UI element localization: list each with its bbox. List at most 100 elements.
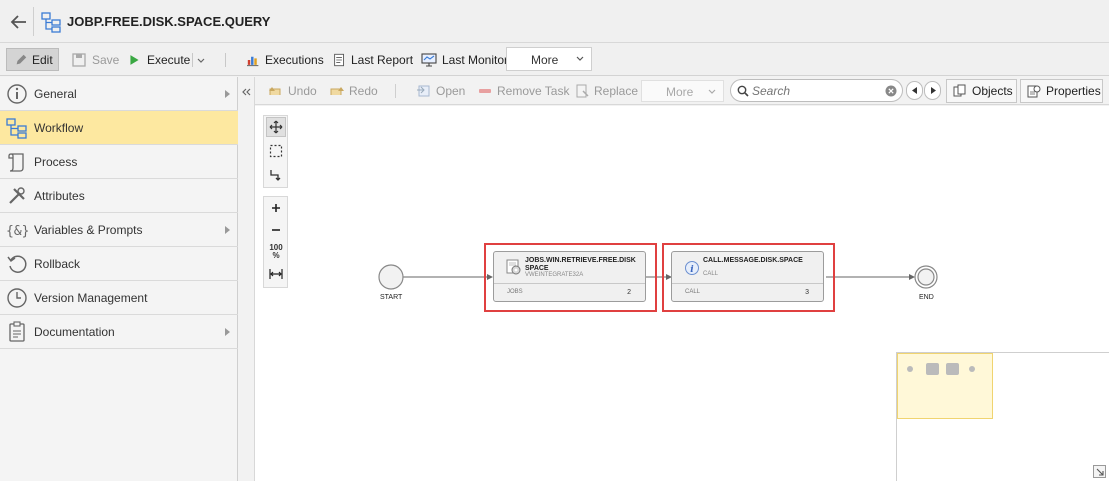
workflow-more-dropdown[interactable]: More [641, 80, 724, 102]
remove-task-button[interactable]: Remove Task [477, 83, 569, 99]
search-input[interactable] [752, 83, 882, 99]
search-previous-button[interactable] [906, 81, 923, 100]
braces-icon: {&} [6, 224, 28, 239]
minimap-resize-handle[interactable] [1093, 465, 1106, 478]
last-report-button[interactable]: Last Report [333, 48, 413, 71]
last-monitor-button[interactable]: Last Monitor [421, 48, 508, 71]
sidebar-collapse-strip [238, 77, 255, 481]
edit-button[interactable]: Edit [6, 48, 59, 71]
search-icon [737, 85, 749, 97]
sidebar-item-label: General [34, 87, 77, 101]
redo-button[interactable]: Redo [329, 83, 378, 99]
start-label: START [380, 294, 403, 301]
document-icon [9, 321, 25, 342]
chevron-right-icon [225, 226, 230, 234]
save-button[interactable]: Save [71, 48, 119, 71]
search-next-button[interactable] [924, 81, 941, 100]
task-name: CALL.MESSAGE.DISK.SPACE [703, 257, 803, 264]
chevron-right-icon [225, 90, 230, 98]
overview-minimap[interactable] [896, 352, 1109, 481]
sidebar-item-rollback[interactable]: Rollback [0, 247, 238, 281]
clock-icon [7, 288, 27, 308]
report-icon [334, 53, 345, 66]
sidebar-item-label: Documentation [34, 325, 115, 339]
chevron-down-icon [708, 89, 716, 94]
chevron-left-icon [912, 87, 917, 94]
chevron-right-icon [931, 87, 936, 94]
chevron-down-icon [576, 56, 584, 61]
sidebar-item-process[interactable]: Process [0, 145, 238, 179]
clear-search-icon[interactable] [885, 85, 897, 97]
end-label: END [919, 294, 934, 301]
objects-icon [953, 84, 966, 97]
objects-button[interactable]: Objects [946, 79, 1017, 103]
start-node[interactable] [378, 264, 404, 290]
redo-icon [330, 87, 344, 95]
replace-label: Replace [594, 84, 639, 98]
sidebar-item-label: Process [34, 155, 78, 169]
execute-label: Execute [147, 52, 191, 67]
objects-label: Objects [972, 84, 1013, 98]
sidebar-item-documentation[interactable]: Documentation [0, 315, 238, 349]
job-icon [506, 259, 521, 275]
task-footer: JOBS 2 [494, 283, 645, 301]
task-name: JOBS.WIN.RETRIEVE.FREE.DISKSPACE [525, 257, 636, 272]
task-agent: VWEINTEGRATE32A [525, 272, 584, 278]
last-monitor-label: Last Monitor [442, 52, 509, 67]
undo-button[interactable]: Undo [268, 83, 317, 99]
workflow-icon [6, 118, 27, 139]
scroll-icon [8, 153, 24, 172]
monitor-icon [421, 52, 437, 67]
task-type: JOBS [507, 289, 523, 295]
sidebar-item-variables-prompts[interactable]: {&} Variables & Prompts [0, 213, 238, 247]
title-bar: JOBP.FREE.DISK.SPACE.QUERY [0, 0, 1109, 43]
save-label: Save [92, 52, 120, 67]
sidebar-item-workflow[interactable]: Workflow [0, 111, 238, 145]
back-arrow-icon[interactable] [9, 12, 29, 32]
tools-icon [9, 187, 25, 204]
collapse-sidebar-icon[interactable] [241, 88, 251, 96]
undo-label: Undo [288, 84, 317, 98]
sidebar-item-attributes[interactable]: Attributes [0, 179, 238, 213]
search-field [730, 79, 903, 102]
sidebar-item-version-management[interactable]: Version Management [0, 281, 238, 315]
play-icon [130, 54, 139, 65]
task-footer: CALL 3 [672, 283, 823, 301]
more-dropdown[interactable]: More [506, 47, 592, 71]
open-label: Open [436, 84, 466, 98]
workflow-toolbar: Undo Redo Open Remove Task Replace More [255, 77, 1109, 105]
properties-button[interactable]: Properties [1020, 79, 1103, 103]
task-node[interactable]: i CALL.MESSAGE.DISK.SPACE CALL CALL 3 [671, 251, 824, 302]
info-icon [7, 84, 27, 104]
task-number: 3 [805, 289, 809, 296]
properties-icon [1027, 85, 1041, 98]
main-toolbar: Edit Save Execute Executions Last Report [0, 43, 1109, 76]
replace-button[interactable]: Replace [574, 83, 638, 99]
last-report-label: Last Report [351, 52, 414, 67]
chevron-right-icon [225, 328, 230, 336]
minimap-viewport[interactable] [897, 353, 993, 419]
open-button[interactable]: Open [416, 83, 465, 99]
sidebar-item-label: Workflow [34, 121, 84, 135]
bar-chart-icon [247, 56, 259, 66]
more-label: More [666, 85, 694, 99]
executions-label: Executions [265, 52, 324, 67]
sidebar: General Workflow Process Attributes {&} … [0, 77, 238, 481]
page-title: JOBP.FREE.DISK.SPACE.QUERY [67, 14, 271, 29]
end-node-inner [917, 268, 935, 286]
executions-button[interactable]: Executions [247, 48, 324, 71]
task-number: 2 [627, 289, 631, 296]
remove-icon [479, 89, 491, 93]
sidebar-item-general[interactable]: General [0, 77, 238, 111]
task-node[interactable]: JOBS.WIN.RETRIEVE.FREE.DISKSPACE VWEINTE… [493, 251, 646, 302]
open-icon [417, 85, 430, 97]
divider [225, 53, 226, 67]
more-label: More [531, 53, 559, 67]
edit-label: Edit [32, 52, 53, 67]
workflow-icon [41, 12, 61, 33]
svg-text:i: i [690, 265, 694, 275]
execute-dropdown-chevron-icon[interactable] [197, 58, 205, 64]
save-icon [72, 52, 86, 67]
execute-button[interactable]: Execute [128, 48, 190, 71]
properties-label: Properties [1046, 84, 1101, 98]
